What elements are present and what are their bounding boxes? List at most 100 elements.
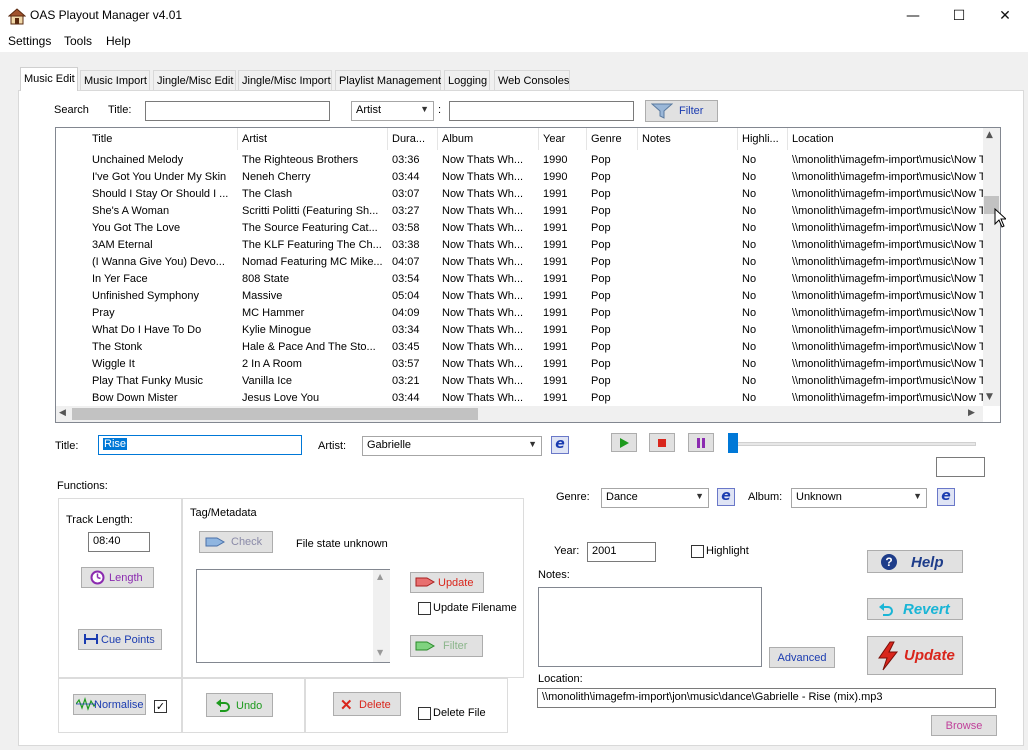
highlight-checkbox[interactable] [691,545,704,558]
column-header-artist[interactable]: Artist [238,128,388,150]
tag-text-scrollbar[interactable]: ▲ ▼ [373,570,390,662]
stop-button[interactable] [649,433,675,452]
location-label: Location: [538,673,583,685]
tab-jingle-misc-edit[interactable]: Jingle/Misc Edit [153,70,236,90]
table-cell [638,203,738,220]
edit-album-icon[interactable]: e [937,488,955,506]
table-row[interactable]: Unchained Melody The Righteous Brothers 03… [56,152,986,169]
table-row[interactable]: Should I Stay Or Should I ... The Clash 03… [56,186,986,203]
table-row[interactable]: In Yer Face 808 State 03:54 Now Thats Wh...… [56,271,986,288]
table-cell [638,339,738,356]
update-button[interactable]: Update [867,636,963,675]
editor-artist-select[interactable]: Gabrielle ▼ [362,436,542,456]
search-filter-button[interactable]: Filter [645,100,718,122]
table-row[interactable]: Play That Funky Music Vanilla Ice 03:21 Now… [56,373,986,390]
year-input[interactable]: 2001 [587,542,656,562]
table-vertical-scrollbar[interactable]: ▲ ▼ [983,128,1000,406]
search-field-select[interactable]: Artist ▼ [351,101,434,121]
column-header-album[interactable]: Album [438,128,539,150]
check-button[interactable]: Check [199,531,273,553]
close-button[interactable]: ✕ [982,0,1028,32]
tag-filter-button[interactable]: Filter [410,635,483,657]
notes-label: Notes: [538,569,570,581]
chevron-down-icon[interactable]: ▼ [377,648,383,657]
table-row[interactable]: What Do I Have To Do Kylie Minogue 03:34 No… [56,322,986,339]
chevron-down-icon[interactable]: ▼ [986,392,993,402]
minimize-button[interactable]: — [890,0,936,32]
table-row[interactable]: 3AM Eternal The KLF Featuring The Ch... 03… [56,237,986,254]
table-cell: 1991 [543,222,568,234]
length-button[interactable]: Length [81,567,154,588]
table-cell: 03:44 [392,171,420,183]
column-header-location[interactable]: Location [788,128,986,150]
undo-button[interactable]: Undo [206,693,273,717]
edit-genre-icon[interactable]: e [717,488,735,506]
seek-track[interactable] [730,442,976,446]
maximize-button[interactable]: ☐ [936,0,982,32]
table-row[interactable]: She's A Woman Scritti Politti (Featuring … [56,203,986,220]
normalise-button[interactable]: Normalise [73,694,146,715]
table-row[interactable]: I've Got You Under My Skin Neneh Cherry 03… [56,169,986,186]
table-row[interactable]: Wiggle It 2 In A Room 03:57 Now Thats Wh...… [56,356,986,373]
table-cell: \\monolith\imagefm-import\music\Now T [792,341,986,353]
chevron-up-icon[interactable]: ▲ [377,572,383,581]
notes-textarea[interactable] [538,587,762,667]
edit-artist-icon[interactable]: e [551,436,569,454]
normalise-checkbox[interactable]: ✓ [154,700,167,713]
table-cell: 1991 [543,205,568,217]
table-row[interactable]: Unfinished Symphony Massive 05:04 Now Thats… [56,288,986,305]
tab-web-consoles[interactable]: Web Consoles [494,70,570,90]
tag-text-area[interactable]: ▲ ▼ [196,569,390,663]
horizontal-scroll-thumb[interactable] [72,408,478,420]
menu-help[interactable]: Help [106,34,131,48]
tab-music-import[interactable]: Music Import [80,70,150,90]
tab-logging[interactable]: Logging [444,70,490,90]
column-header-notes[interactable]: Notes [638,128,738,150]
position-field[interactable] [936,457,985,477]
tab-playlist-management[interactable]: Playlist Management [335,70,441,90]
column-header-title[interactable]: Title [88,128,238,150]
location-input[interactable]: \\monolith\imagefm-import\jon\music\danc… [537,688,996,708]
tag-update-button[interactable]: Update [410,572,484,593]
help-button[interactable]: ? Help [867,550,963,573]
pause-button[interactable] [688,433,714,452]
chevron-up-icon[interactable]: ▲ [986,130,993,140]
browse-button[interactable]: Browse [931,715,997,736]
tab-jingle-misc-import[interactable]: Jingle/Misc Import [238,70,332,90]
menu-tools[interactable]: Tools [64,34,92,48]
chevron-right-icon[interactable]: ▶ [968,408,975,418]
column-header-year[interactable]: Year [539,128,587,150]
table-row[interactable]: The Stonk Hale & Pace And The Sto... 03:45… [56,339,986,356]
revert-button[interactable]: Revert [867,598,963,620]
table-row[interactable]: Bow Down Mister Jesus Love You 03:44 Now Th… [56,390,986,407]
table-horizontal-scrollbar[interactable]: ◀ ▶ [56,406,983,422]
table-row[interactable]: You Got The Love The Source Featuring Cat… [56,220,986,237]
search-value-input[interactable] [449,101,634,121]
search-title-input[interactable] [145,101,330,121]
track-length-input[interactable]: 08:40 [88,532,150,552]
chevron-down-icon: ▼ [695,491,704,501]
seek-slider-thumb[interactable] [728,433,738,453]
music-table[interactable]: Title Artist Dura... Album Year Genre No… [55,127,1001,423]
delete-button[interactable]: ✕ Delete [333,692,401,716]
table-cell: 03:27 [392,205,420,217]
album-select[interactable]: Unknown ▼ [791,488,927,508]
play-button[interactable] [611,433,637,452]
delete-file-checkbox[interactable] [418,707,431,720]
column-header-highlight[interactable]: Highli... [738,128,788,150]
column-header-genre[interactable]: Genre [587,128,638,150]
menu-settings[interactable]: Settings [8,34,51,48]
tab-music-edit[interactable]: Music Edit [20,67,78,91]
table-row[interactable]: Pray MC Hammer 04:09 Now Thats Wh... 1991 Pop… [56,305,986,322]
chevron-left-icon[interactable]: ◀ [59,408,66,418]
table-cell: The KLF Featuring The Ch... [242,239,382,251]
advanced-button[interactable]: Advanced [769,647,835,668]
editor-title-input[interactable]: Rise [98,435,302,455]
genre-select[interactable]: Dance ▼ [601,488,709,508]
table-cell: Unchained Melody [92,154,184,166]
table-cell: \\monolith\imagefm-import\music\Now T [792,239,986,251]
cue-points-button[interactable]: Cue Points [78,629,162,650]
column-header-duration[interactable]: Dura... [388,128,438,150]
update-filename-checkbox[interactable] [418,602,431,615]
table-row[interactable]: (I Wanna Give You) Devo... Nomad Featurin… [56,254,986,271]
